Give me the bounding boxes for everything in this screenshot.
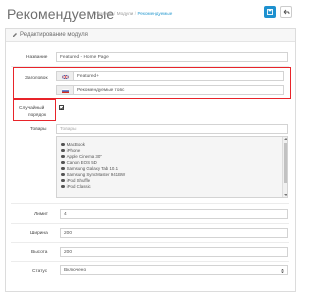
breadcrumb-current[interactable]: Рекомендуемые — [138, 11, 173, 16]
remove-product-icon[interactable] — [61, 142, 65, 147]
highlight-frame-random — [13, 99, 56, 121]
limit-input[interactable]: 4 — [60, 209, 288, 219]
breadcrumb-modules[interactable]: Модули — [117, 11, 133, 16]
module-name-input[interactable]: Featured - Home Page — [56, 52, 288, 62]
status-select[interactable]: Включено — [60, 265, 288, 275]
width-label: Ширина — [30, 231, 48, 236]
divider — [11, 242, 289, 243]
remove-product-icon[interactable] — [61, 160, 65, 165]
product-item: iPod Classic — [61, 184, 91, 189]
name-label: Название — [26, 55, 48, 60]
product-item: iPhone — [61, 148, 80, 153]
panel-title: Редактирование модуля — [20, 32, 88, 38]
panel-heading: Редактирование модуля — [6, 29, 295, 42]
products-list[interactable]: MacBook iPhone Apple Cinema 30" Canon EO… — [56, 136, 288, 198]
height-input[interactable]: 200 — [60, 247, 288, 257]
highlight-frame-heading — [13, 67, 291, 99]
breadcrumb-separator: / — [134, 11, 137, 16]
width-input[interactable]: 200 — [60, 228, 288, 238]
divider — [11, 223, 289, 224]
product-item: iPod Shuffle — [61, 178, 90, 183]
random-order-checkbox[interactable] — [59, 105, 64, 110]
pencil-icon — [13, 33, 17, 37]
products-label: Товары — [30, 127, 47, 132]
status-selected-value: Включено — [64, 268, 87, 274]
save-button[interactable] — [264, 6, 276, 18]
product-item: Canon EOS 5D — [61, 160, 97, 165]
back-button[interactable] — [280, 6, 292, 18]
products-autocomplete-input[interactable]: Товары — [56, 124, 288, 134]
product-item: Samsung SyncMaster 941BW — [61, 172, 125, 177]
breadcrumb: Главная / Модули / Рекомендуемые — [95, 11, 172, 16]
scroll-up-icon[interactable] — [283, 138, 287, 140]
status-label: Статус — [32, 269, 48, 274]
remove-product-icon[interactable] — [61, 184, 65, 189]
caret-icon — [281, 268, 284, 273]
scroll-down-icon[interactable] — [283, 194, 287, 196]
remove-product-icon[interactable] — [61, 178, 65, 183]
product-item: Samsung Galaxy Tab 10.1 — [61, 166, 118, 171]
checkmark-icon — [60, 106, 64, 110]
back-arrow-icon — [283, 9, 290, 15]
scroll-thumb[interactable] — [284, 143, 287, 183]
save-icon — [267, 9, 273, 15]
page-header: Рекомендуемые Главная / Модули / Рекомендуем… — [0, 0, 300, 26]
remove-product-icon[interactable] — [61, 154, 65, 159]
remove-product-icon[interactable] — [61, 166, 65, 171]
limit-label: Лимит — [34, 212, 49, 217]
breadcrumb-home[interactable]: Главная — [95, 11, 112, 16]
products-scrollbar[interactable] — [282, 137, 287, 197]
divider — [11, 203, 289, 204]
product-item: Apple Cinema 30" — [61, 154, 102, 159]
breadcrumb-separator: / — [113, 11, 116, 16]
divider — [11, 261, 289, 262]
remove-product-icon[interactable] — [61, 148, 65, 153]
height-label: Высота — [31, 250, 48, 255]
remove-product-icon[interactable] — [61, 172, 65, 177]
product-item: MacBook — [61, 142, 85, 147]
